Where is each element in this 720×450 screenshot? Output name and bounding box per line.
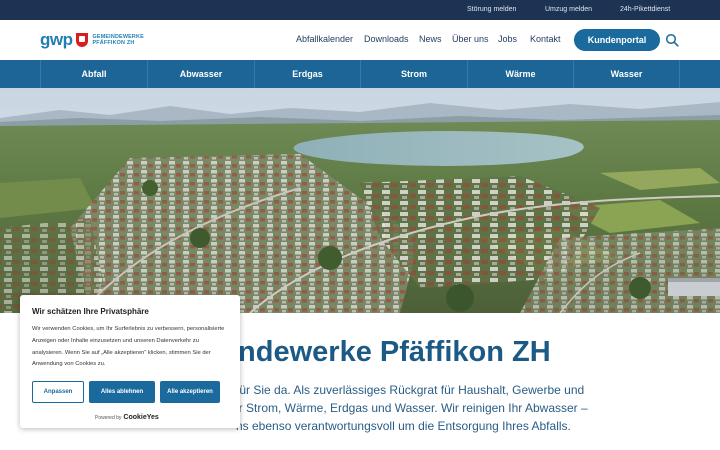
nav-about-us[interactable]: Über uns (452, 34, 489, 44)
customer-portal-button[interactable]: Kundenportal (574, 29, 660, 51)
category-natural-gas[interactable]: Erdgas (254, 60, 360, 88)
cookie-buttons: Anpassen Alles ablehnen Alle akzeptieren (32, 381, 220, 403)
report-fault-link[interactable]: Störung melden (467, 0, 516, 20)
report-move-link[interactable]: Umzug melden (545, 0, 592, 20)
utility-bar: Störung melden Umzug melden 24h-Pikettdi… (0, 0, 720, 20)
nav-contact[interactable]: Kontakt (530, 34, 561, 44)
nav-waste-calendar[interactable]: Abfallkalender (296, 34, 353, 44)
logo-mark: gwp (40, 30, 73, 49)
category-wastewater[interactable]: Abwasser (147, 60, 254, 88)
intro-line-1: für Sie da. Als zuverlässiges Rückgrat f… (236, 383, 585, 397)
cookie-reject-button[interactable]: Alles ablehnen (89, 381, 155, 403)
page-title: indewerke Pfäffikon ZH (230, 336, 551, 368)
crest-icon (75, 33, 88, 47)
powered-by-label: Powered by (95, 414, 122, 421)
emergency-service-link[interactable]: 24h-Pikettdienst (620, 0, 670, 20)
nav-news[interactable]: News (419, 34, 442, 44)
cookie-text: Wir verwenden Cookies, um Ihr Surferlebn… (32, 326, 225, 368)
hero-image (0, 88, 720, 313)
nav-jobs[interactable]: Jobs (498, 34, 517, 44)
aerial-town-image (0, 88, 720, 313)
cookieyes-logo: CookieYes (123, 414, 159, 421)
cookie-accept-button[interactable]: Alle akzeptieren (160, 381, 220, 403)
cookie-consent-banner: Wir schätzen Ihre Privatsphäre Wir verwe… (20, 295, 240, 428)
powered-by: Powered by CookieYes (95, 414, 159, 421)
logo-line-2: PFÄFFIKON ZH (92, 40, 135, 46)
intro-paragraph: für Sie da. Als zuverlässiges Rückgrat f… (236, 381, 588, 435)
category-electricity[interactable]: Strom (360, 60, 467, 88)
nav-downloads[interactable]: Downloads (364, 34, 409, 44)
cookie-title: Wir schätzen Ihre Privatsphäre (32, 307, 149, 316)
intro-line-3: ns ebenso verantwortungsvoll um die Ents… (236, 419, 571, 433)
category-water[interactable]: Wasser (573, 60, 680, 88)
search-icon[interactable] (665, 33, 679, 47)
category-heat[interactable]: Wärme (467, 60, 573, 88)
cookie-customize-button[interactable]: Anpassen (32, 381, 84, 403)
site-logo[interactable]: gwp GEMEINDEWERKE PFÄFFIKON ZH (40, 30, 144, 50)
intro-line-2: ir Strom, Wärme, Erdgas und Wasser. Wir … (236, 401, 588, 415)
logo-wordmark: GEMEINDEWERKE PFÄFFIKON ZH (93, 34, 144, 47)
category-waste[interactable]: Abfall (40, 60, 147, 88)
category-nav: Abfall Abwasser Erdgas Strom Wärme Wasse… (0, 60, 720, 88)
site-header: gwp GEMEINDEWERKE PFÄFFIKON ZH Abfallkal… (0, 20, 720, 60)
